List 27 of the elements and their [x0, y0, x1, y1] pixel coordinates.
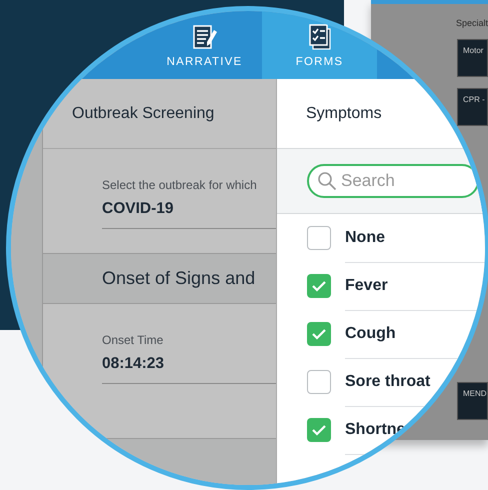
checkbox[interactable]	[307, 226, 331, 250]
checkbox[interactable]	[307, 370, 331, 394]
section-header: Onset of Signs and	[43, 253, 276, 304]
specialty-tile[interactable]: CPR -	[457, 88, 488, 126]
panel-heading: Specialt	[454, 18, 488, 28]
field-value[interactable]: COVID-19	[102, 200, 276, 229]
document-pen-icon	[192, 24, 218, 50]
form-title: Outbreak Screening	[72, 104, 214, 122]
field-label: Select the outbreak for which	[102, 178, 258, 192]
check-icon	[311, 424, 327, 436]
specialty-tile[interactable]: MEND	[457, 382, 488, 420]
panel-title: Symptoms	[306, 104, 382, 122]
checkbox[interactable]	[307, 418, 331, 442]
specialty-tile[interactable]: Motor	[457, 39, 488, 77]
checkbox[interactable]	[307, 322, 331, 346]
option-label: None	[345, 214, 485, 262]
check-icon	[311, 328, 327, 340]
checklist-icon	[306, 24, 332, 50]
field-value[interactable]: 08:14:23	[102, 355, 276, 384]
field-label: Onset Time	[102, 333, 164, 347]
option-label: Fever	[345, 262, 485, 310]
check-icon	[311, 280, 327, 292]
checkbox[interactable]	[307, 274, 331, 298]
search-icon	[317, 171, 337, 191]
search-field[interactable]: Search	[307, 164, 479, 198]
option-label: Cough	[345, 310, 485, 358]
nav-tab[interactable]: NARRATIVE	[147, 11, 262, 79]
